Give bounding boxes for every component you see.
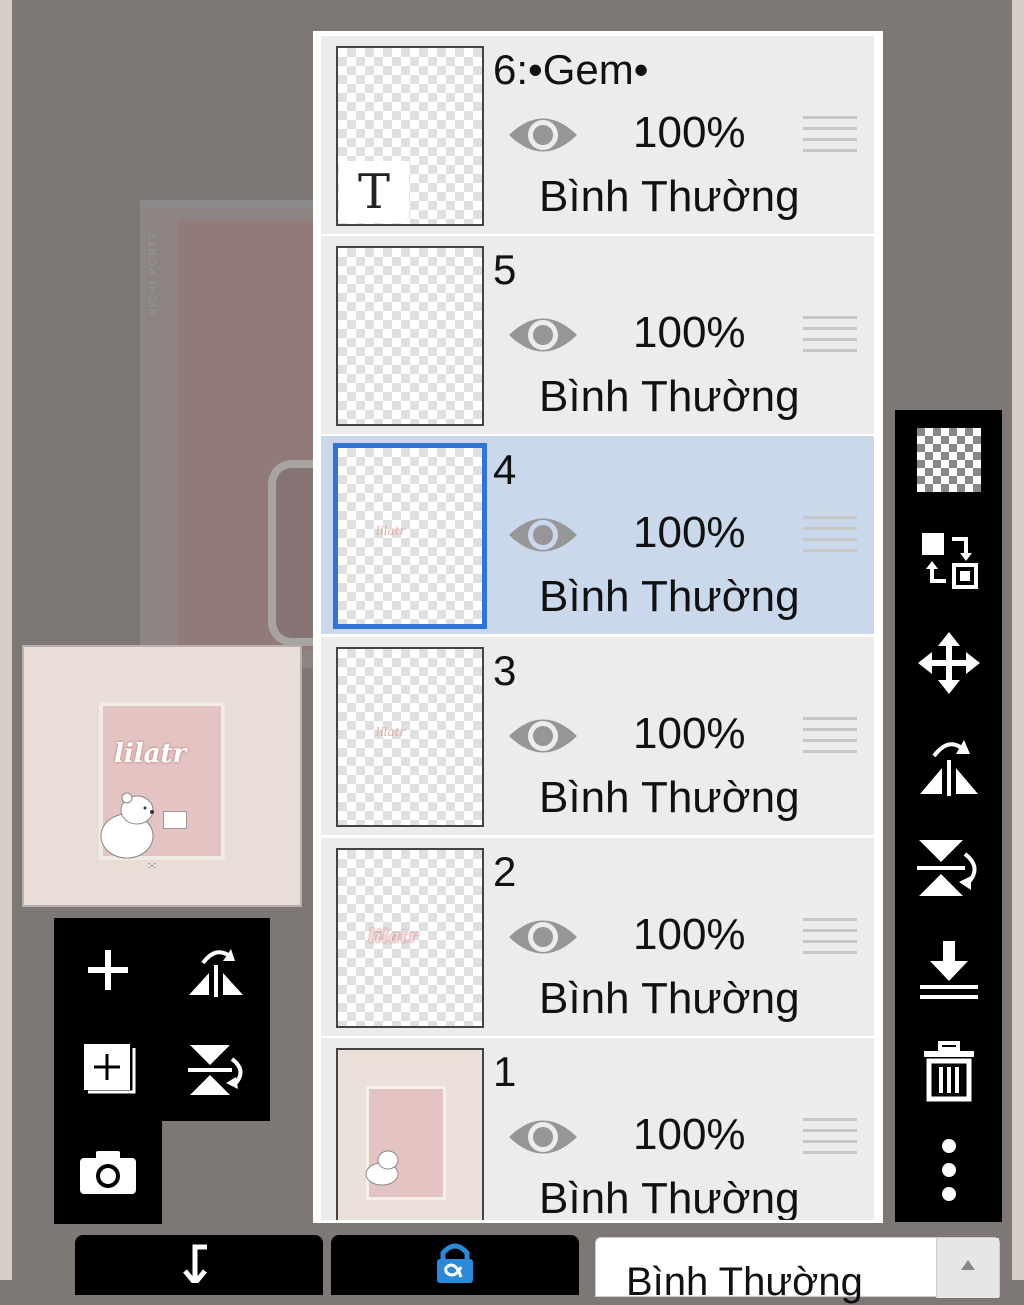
drag-handle-icon[interactable] bbox=[803, 717, 857, 761]
trash-icon bbox=[923, 1041, 974, 1102]
merge-down-icon bbox=[919, 941, 978, 999]
alpha-lock-button[interactable] bbox=[331, 1235, 579, 1295]
layer-opacity[interactable]: 100% bbox=[633, 1110, 746, 1160]
flip-horizontal-icon bbox=[919, 740, 978, 796]
layer-opacity[interactable]: 100% bbox=[633, 910, 746, 960]
delete-layer-button[interactable] bbox=[895, 1027, 1002, 1117]
layer-row[interactable]: lilatr 2 100% Bình Thường bbox=[321, 838, 874, 1036]
speech-bubble bbox=[163, 811, 187, 829]
add-copy-layer-button[interactable] bbox=[54, 1020, 162, 1120]
transparency-button[interactable] bbox=[895, 415, 1002, 505]
thumbnail-logo: lilatr bbox=[368, 926, 418, 947]
eye-icon[interactable] bbox=[506, 1114, 580, 1160]
layer-opacity[interactable]: 100% bbox=[633, 108, 746, 158]
layer-row-selected[interactable]: lilatr 4 100% Bình Thường bbox=[321, 436, 874, 634]
camera-icon bbox=[80, 1151, 136, 1194]
navigator-caption: :-: bbox=[148, 860, 156, 870]
flip-vertical-button[interactable] bbox=[162, 1020, 270, 1120]
navigator-title: lilatr bbox=[114, 739, 187, 769]
navigator-preview[interactable]: lilatr :-: bbox=[22, 645, 302, 907]
camera-button[interactable] bbox=[54, 1122, 162, 1222]
layer-row[interactable]: T 6:•Gem• 100% Bình Thường bbox=[321, 36, 874, 234]
flip-horizontal-button[interactable] bbox=[162, 920, 270, 1020]
add-layer-button[interactable] bbox=[54, 920, 162, 1020]
chevron-up-icon[interactable] bbox=[936, 1238, 999, 1298]
layer-thumbnail[interactable]: lilatr bbox=[336, 647, 484, 827]
alpha-lock-icon bbox=[437, 1243, 473, 1283]
flip-horizontal-right-button[interactable] bbox=[895, 720, 1002, 810]
clip-icon bbox=[183, 1244, 207, 1283]
flip-vertical-icon bbox=[188, 1045, 243, 1095]
layer-name: 1 bbox=[493, 1048, 517, 1095]
layer-thumbnail[interactable]: lilatr bbox=[336, 848, 484, 1028]
text-layer-icon: T bbox=[339, 161, 409, 223]
layer-thumbnail[interactable] bbox=[336, 246, 484, 426]
layer-panel: T 6:•Gem• 100% Bình Thường 5 100% Bình T… bbox=[313, 31, 883, 1223]
flip-vertical-icon bbox=[916, 840, 976, 896]
layer-blend-mode[interactable]: Bình Thường bbox=[539, 172, 800, 222]
layer-name: 6:•Gem• bbox=[493, 46, 649, 93]
layer-name: 2 bbox=[493, 848, 517, 895]
canvas-vertical-text: NICHI PORTE bbox=[148, 230, 159, 317]
layer-name: 3 bbox=[493, 647, 517, 694]
layer-row[interactable]: lilatr 3 100% Bình Thường bbox=[321, 637, 874, 835]
drag-handle-icon[interactable] bbox=[803, 116, 857, 160]
swap-layers-icon bbox=[921, 533, 978, 589]
blend-mode-select-value: Bình Thường bbox=[626, 1260, 863, 1304]
layer-opacity[interactable]: 100% bbox=[633, 508, 746, 558]
left-edge bbox=[0, 0, 12, 1280]
swap-layers-button[interactable] bbox=[895, 515, 1002, 605]
bear-illustration bbox=[365, 1150, 399, 1186]
drag-handle-icon[interactable] bbox=[803, 516, 857, 560]
eye-icon[interactable] bbox=[506, 112, 580, 158]
layer-blend-mode[interactable]: Bình Thường bbox=[539, 974, 800, 1024]
layer-thumbnail[interactable] bbox=[336, 1048, 484, 1220]
more-icon bbox=[941, 1139, 956, 1201]
layer-row[interactable]: 1 100% Bình Thường bbox=[321, 1038, 874, 1220]
drag-handle-icon[interactable] bbox=[803, 1118, 857, 1162]
eye-icon[interactable] bbox=[506, 914, 580, 960]
navigator-artwork-frame bbox=[99, 702, 225, 860]
move-icon bbox=[917, 632, 980, 694]
add-copy-layer-icon bbox=[84, 1044, 136, 1094]
drag-handle-icon[interactable] bbox=[803, 316, 857, 360]
blend-mode-select[interactable]: Bình Thường bbox=[595, 1237, 1000, 1304]
eye-icon[interactable] bbox=[506, 312, 580, 358]
right-edge bbox=[1012, 0, 1024, 1280]
merge-down-button[interactable] bbox=[895, 925, 1002, 1015]
right-toolbar bbox=[895, 410, 1002, 1222]
add-layer-icon bbox=[88, 950, 128, 990]
layer-opacity[interactable]: 100% bbox=[633, 709, 746, 759]
layer-blend-mode[interactable]: Bình Thường bbox=[539, 773, 800, 823]
flip-vertical-right-button[interactable] bbox=[895, 823, 1002, 913]
flip-horizontal-icon bbox=[189, 949, 243, 997]
layer-blend-mode[interactable]: Bình Thường bbox=[539, 1174, 800, 1220]
layer-thumbnail[interactable]: lilatr bbox=[333, 443, 487, 629]
layer-thumbnail[interactable]: T bbox=[336, 46, 484, 226]
move-button[interactable] bbox=[895, 618, 1002, 708]
layer-blend-mode[interactable]: Bình Thường bbox=[539, 372, 800, 422]
thumbnail-logo: lilatr bbox=[376, 524, 406, 538]
layer-toolbox bbox=[54, 918, 270, 1121]
thumbnail-logo: lilatr bbox=[376, 725, 406, 739]
layer-name: 4 bbox=[493, 446, 517, 493]
layer-blend-mode[interactable]: Bình Thường bbox=[539, 572, 800, 622]
layer-opacity[interactable]: 100% bbox=[633, 308, 746, 358]
transparency-icon bbox=[916, 428, 981, 492]
eye-icon[interactable] bbox=[506, 512, 580, 558]
drag-handle-icon[interactable] bbox=[803, 918, 857, 962]
eye-icon[interactable] bbox=[506, 713, 580, 759]
camera-toolbox bbox=[54, 1120, 162, 1224]
layer-row[interactable]: 5 100% Bình Thường bbox=[321, 236, 874, 434]
clipping-button[interactable] bbox=[75, 1235, 323, 1295]
layer-name: 5 bbox=[493, 246, 517, 293]
more-options-button[interactable] bbox=[895, 1125, 1002, 1215]
